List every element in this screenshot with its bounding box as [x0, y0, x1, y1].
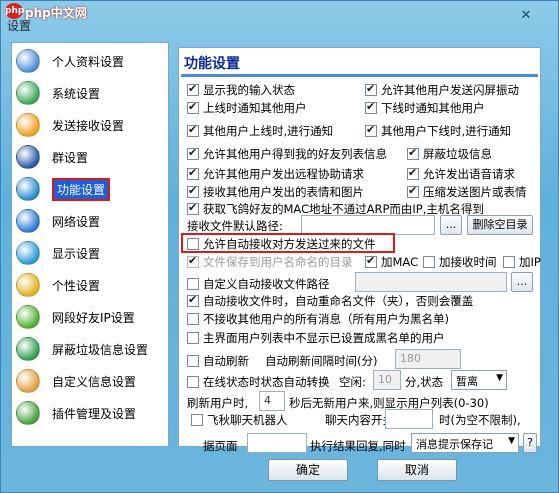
function-icon: [16, 177, 40, 201]
sidebar-item-label: 显示设置: [52, 246, 101, 261]
hide-blacklist-checkbox[interactable]: 主界面用户列表中不显示已设置成黑名单的用户: [187, 330, 445, 346]
page-input[interactable]: [247, 433, 307, 453]
function-settings-panel: 功能设置 显示我的输入状态 允许其他用户发送闪屏振动 上线时通知其他用户 下线时…: [178, 47, 541, 453]
allow-flash-vibrate-checkbox[interactable]: 允许其他用户发送闪屏振动: [365, 82, 519, 98]
custom-info-icon: [16, 369, 40, 393]
custom-path-browse-button[interactable]: ...: [511, 272, 533, 292]
sidebar-item[interactable]: 个性设置: [16, 270, 166, 300]
status-label: 分,状态: [405, 375, 444, 389]
sidebar-item[interactable]: 群设置: [16, 142, 166, 172]
personalize-icon: [16, 273, 40, 297]
sidebar-item[interactable]: 自定义信息设置: [16, 366, 166, 396]
block-icon: [16, 337, 40, 361]
custom-receive-path-checkbox[interactable]: 自定义自动接收文件路径: [187, 276, 330, 292]
sidebar-item[interactable]: 功能设置: [16, 174, 166, 204]
notify-offline-checkbox[interactable]: 下线时通知其他用户: [365, 100, 485, 116]
settings-window: php php中文网 设置 ✕ 个人资料设置 系统设置 发送接收设置 群设置 功能设置网…: [0, 0, 559, 493]
title-bar: php php中文网 设置 ✕: [1, 1, 558, 35]
sidebar-item[interactable]: 显示设置: [16, 238, 166, 268]
ip-icon: [16, 305, 40, 329]
block-spam-checkbox[interactable]: 屏蔽垃圾信息: [407, 146, 492, 162]
group-icon: [16, 145, 40, 169]
compress-images-checkbox[interactable]: 压缩发送图片或表情: [407, 184, 527, 200]
settings-sidebar: 个人资料设置 系统设置发送接收设置 群设置功能设置网络设置显示设置个性设置网段好友I…: [11, 42, 169, 447]
sidebar-item-label: 网段好友IP设置: [52, 310, 135, 325]
sidebar-item-label: 自定义信息设置: [52, 374, 137, 389]
sidebar-item-label: 插件管理及设置: [52, 406, 137, 421]
refresh-interval-label: 自动刷新间隔时间(分): [265, 354, 378, 368]
sidebar-item[interactable]: 插件管理及设置: [16, 398, 166, 428]
notify-others-offline-checkbox[interactable]: 其他用户下线时,进行通知: [365, 123, 511, 139]
allow-remote-assist-checkbox[interactable]: 允许其他用户发出远程协助请求: [187, 166, 364, 182]
plugin-icon: [16, 401, 40, 425]
sidebar-item-label: 发送接收设置: [52, 118, 125, 133]
watermark-text: php中文网: [25, 6, 87, 20]
panel-title: 功能设置: [184, 56, 240, 72]
sidebar-item-label: 个人资料设置: [52, 54, 125, 69]
close-icon[interactable]: ✕: [516, 8, 536, 24]
person-icon: [16, 49, 40, 73]
exec-result-label: 执行结果回复,同时: [310, 439, 406, 453]
refresh-users-label: 刷新用户时,: [187, 396, 249, 410]
idle-minutes-input[interactable]: 10: [373, 370, 401, 390]
add-mac-checkbox[interactable]: 加MAC: [365, 254, 418, 270]
sidebar-item[interactable]: 发送接收设置: [16, 110, 166, 140]
custom-path-input[interactable]: [355, 272, 507, 292]
feiqiu-robot-checkbox[interactable]: 飞秋聊天机器人: [191, 412, 288, 428]
add-ip-checkbox[interactable]: 加IP: [503, 254, 541, 270]
display-icon: [16, 241, 40, 265]
send-receive-icon: [16, 113, 40, 137]
auto-rename-checkbox[interactable]: 自动接收文件时，自动重命名文件（夹），否则会覆盖: [187, 293, 473, 309]
checkbox-box: [187, 82, 199, 96]
help-button[interactable]: ?: [523, 433, 537, 453]
sidebar-item[interactable]: 系统设置: [16, 78, 166, 108]
sidebar-item[interactable]: 个人资料设置: [16, 46, 166, 76]
chat-prefix-input[interactable]: [385, 409, 433, 429]
sidebar-item[interactable]: 网络设置: [16, 206, 166, 236]
system-icon: [16, 81, 40, 105]
refresh-users-input[interactable]: 4: [259, 391, 285, 411]
sidebar-item-label: 系统设置: [52, 86, 101, 101]
notify-others-online-checkbox[interactable]: 其他用户上线时,进行通知: [187, 123, 333, 139]
window-title: 设置: [7, 19, 32, 33]
sidebar-item-label: 个性设置: [52, 278, 101, 293]
chevron-down-icon: ▼: [496, 373, 503, 383]
allow-get-friend-list-checkbox[interactable]: 允许其他用户得到我的好友列表信息: [187, 146, 387, 162]
browse-path-button[interactable]: ...: [440, 215, 462, 235]
message-type-select[interactable]: 消息提示保存记 ▼: [411, 433, 519, 453]
show-input-status-checkbox[interactable]: 显示我的输入状态: [187, 82, 295, 98]
page-label: 据页面: [203, 439, 238, 453]
sidebar-item-label: 功能设置: [52, 177, 111, 201]
receive-path-input[interactable]: [301, 215, 435, 235]
title-divider: [181, 74, 538, 77]
chat-prefix-suffix: 时(为空不限制),: [439, 413, 521, 427]
ok-button[interactable]: 确定: [268, 459, 348, 481]
receive-path-label: 接收文件默认路径:: [187, 219, 283, 233]
delete-empty-dir-button[interactable]: 删除空目录: [467, 215, 533, 235]
sidebar-item-label: 网络设置: [52, 214, 101, 229]
chevron-down-icon: ▼: [508, 436, 515, 446]
auto-refresh-checkbox[interactable]: 自动刷新: [187, 353, 249, 369]
refresh-interval-input[interactable]: 180: [395, 349, 461, 369]
receive-emoji-images-checkbox[interactable]: 接收其他用户发出的表情和图片: [187, 184, 364, 200]
save-to-user-dir-checkbox[interactable]: 文件保存到用户名命名的目录: [187, 254, 353, 270]
sidebar-item[interactable]: 屏蔽垃圾信息设置: [16, 334, 166, 364]
allow-voice-request-checkbox[interactable]: 允许发出语音请求: [407, 166, 515, 182]
sidebar-item-label: 群设置: [52, 150, 89, 165]
status-select[interactable]: 暂离 ▼: [451, 370, 507, 390]
network-icon: [16, 209, 40, 233]
idle-label: 空闲:: [339, 375, 366, 389]
online-auto-switch-checkbox[interactable]: 在线状态时状态自动转换: [187, 374, 330, 390]
sidebar-item-label: 屏蔽垃圾信息设置: [52, 342, 149, 357]
notify-online-checkbox[interactable]: 上线时通知其他用户: [187, 100, 307, 116]
add-receive-time-checkbox[interactable]: 加接收时间: [423, 254, 497, 270]
cancel-button[interactable]: 取消: [377, 459, 457, 481]
auto-receive-files-checkbox[interactable]: 允许自动接收对方发送过来的文件: [187, 236, 376, 252]
sidebar-item[interactable]: 网段好友IP设置: [16, 302, 166, 332]
no-receive-others-checkbox[interactable]: 不接收其他用户的所有消息（所有用户为黑名单): [187, 311, 449, 327]
